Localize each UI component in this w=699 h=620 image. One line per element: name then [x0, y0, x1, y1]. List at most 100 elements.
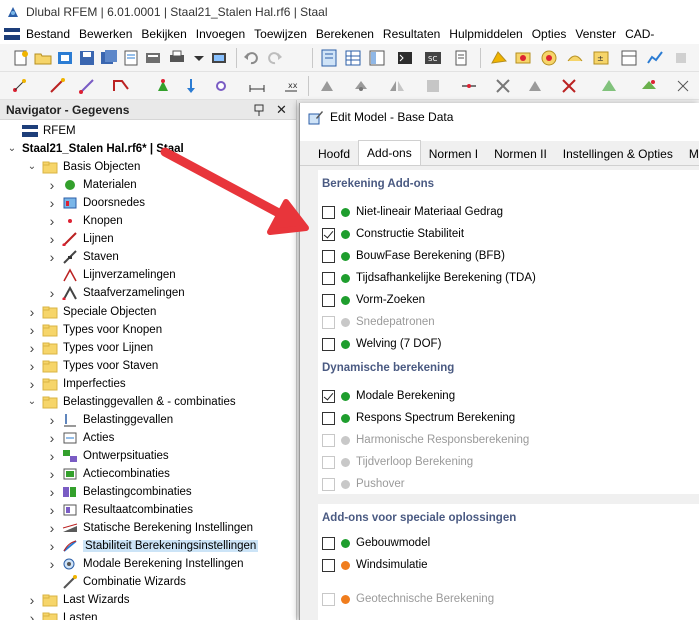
menu-bekijken[interactable]: Bekijken — [141, 27, 195, 41]
chevron-right-icon[interactable]: › — [46, 214, 58, 228]
chevron-right-icon[interactable]: › — [26, 305, 38, 319]
new-load-icon[interactable] — [182, 77, 200, 95]
save-icon[interactable] — [78, 49, 96, 67]
chevron-right-icon[interactable]: › — [26, 341, 38, 355]
tree-item[interactable]: ⌄ Staal21_Stalen Hal.rf6* | Staal — [6, 140, 184, 158]
menu-venster[interactable]: Venster — [575, 27, 625, 41]
menu-bestand[interactable]: Bestand — [26, 27, 79, 41]
toolbar-overflow-icon[interactable] — [672, 49, 690, 67]
tree-item[interactable]: › Imperfecties — [26, 375, 126, 393]
tree-item[interactable]: › Belastinggevallen — [46, 411, 174, 429]
tree-item[interactable]: › Types voor Knopen — [26, 321, 162, 339]
checkbox-checked[interactable] — [322, 227, 335, 241]
surface-icon[interactable] — [600, 77, 618, 95]
results-icon[interactable] — [566, 49, 584, 67]
tree-item[interactable]: › Types voor Staven — [26, 357, 159, 375]
chevron-right-icon[interactable]: › — [46, 485, 58, 499]
menu-opties[interactable]: Opties — [532, 27, 576, 41]
chevron-right-icon[interactable]: › — [46, 503, 58, 517]
move-icon[interactable] — [318, 77, 336, 95]
close-icon[interactable]: ✕ — [276, 102, 288, 118]
menu-bewerken[interactable]: Bewerken — [79, 27, 141, 41]
calculate-icon[interactable] — [514, 49, 532, 67]
mirror-icon[interactable] — [388, 77, 406, 95]
addon-option[interactable]: Niet-lineair Materiaal Gedrag — [322, 203, 503, 221]
tab-add-ons[interactable]: Add-ons — [358, 140, 421, 165]
chevron-right-icon[interactable]: › — [46, 413, 58, 427]
save-all-icon[interactable] — [100, 49, 118, 67]
rotate-icon[interactable] — [352, 77, 370, 95]
coordinate-icon[interactable]: xx — [282, 77, 300, 95]
addon-option[interactable]: Welving (7 DOF) — [322, 335, 441, 353]
undo-icon[interactable] — [242, 49, 260, 67]
tree-item[interactable]: › Stabiliteit Berekeningsinstellingen — [46, 537, 259, 555]
tree-item[interactable]: › Materialen — [46, 176, 137, 194]
connect-icon[interactable] — [494, 77, 512, 95]
console-icon[interactable] — [396, 49, 414, 67]
new-hinge-icon[interactable] — [212, 77, 230, 95]
chevron-down-icon[interactable]: ⌄ — [26, 396, 38, 408]
chevron-right-icon[interactable]: › — [26, 611, 38, 620]
tree-item[interactable]: › Actiecombinaties — [46, 465, 170, 483]
tree-item[interactable]: › Lijnen — [46, 230, 114, 248]
new-polyline-icon[interactable] — [112, 77, 130, 95]
tree-item[interactable]: › Staven — [46, 248, 119, 266]
delete-icon[interactable] — [560, 77, 578, 95]
chevron-right-icon[interactable]: › — [46, 178, 58, 192]
addon-option[interactable]: Gebouwmodel — [322, 534, 430, 552]
tree-item[interactable]: RFEM — [6, 122, 76, 140]
addon-option[interactable]: Tijdsafhankelijke Berekening (TDA) — [322, 269, 536, 287]
snap-icon[interactable] — [10, 77, 28, 95]
tree-item[interactable]: › Statische Berekening Instellingen — [46, 519, 253, 537]
checkbox[interactable] — [322, 249, 335, 263]
rfem-flag-icon[interactable] — [4, 27, 20, 41]
chevron-right-icon[interactable]: › — [26, 323, 38, 337]
target-icon[interactable] — [540, 49, 558, 67]
menu-toewijzen[interactable]: Toewijzen — [254, 27, 316, 41]
chevron-right-icon[interactable]: › — [26, 359, 38, 373]
checkbox[interactable] — [322, 271, 335, 285]
tree-item[interactable]: ⌄ Belastinggevallen & - combinaties — [26, 393, 236, 411]
tree-item[interactable]: › Knopen — [46, 212, 123, 230]
tree-item[interactable]: › Ontwerpsituaties — [46, 447, 169, 465]
open-folder-icon[interactable] — [34, 49, 52, 67]
checkbox[interactable] — [322, 293, 335, 307]
chevron-right-icon[interactable]: › — [46, 557, 58, 571]
checkbox[interactable] — [322, 558, 335, 572]
clipboard-icon[interactable] — [452, 49, 470, 67]
addon-option[interactable]: Vorm-Zoeken — [322, 291, 425, 309]
chevron-right-icon[interactable]: › — [46, 467, 58, 481]
checkbox[interactable] — [322, 205, 335, 219]
chevron-right-icon[interactable]: › — [26, 377, 38, 391]
menu-cad[interactable]: CAD- — [625, 27, 663, 41]
report-icon[interactable] — [122, 49, 140, 67]
tree-item[interactable]: › Acties — [46, 429, 115, 447]
chevron-right-icon[interactable]: › — [26, 593, 38, 607]
menu-hulpmiddelen[interactable]: Hulpmiddelen — [449, 27, 531, 41]
panel-icon[interactable] — [368, 49, 386, 67]
table-icon[interactable] — [344, 49, 362, 67]
checkbox[interactable] — [322, 411, 335, 425]
tree-item[interactable]: Lijnverzamelingen — [46, 266, 176, 284]
chevron-down-icon[interactable]: ⌄ — [6, 143, 18, 155]
tab-normen-i[interactable]: Normen I — [421, 143, 486, 165]
menu-resultaten[interactable]: Resultaten — [383, 27, 449, 41]
checkbox[interactable] — [322, 536, 335, 550]
tab-instellingen-opties[interactable]: Instellingen & Opties — [555, 143, 681, 165]
results-table-icon[interactable] — [620, 49, 638, 67]
tree-item[interactable]: › Last Wizards — [26, 591, 130, 609]
tree-item[interactable]: › Belastingcombinaties — [46, 483, 192, 501]
print-icon[interactable] — [168, 49, 186, 67]
tree-item[interactable]: › Speciale Objecten — [26, 303, 157, 321]
print-dropdown-icon[interactable] — [190, 49, 208, 67]
dimension-icon[interactable] — [248, 77, 266, 95]
chevron-right-icon[interactable]: › — [46, 539, 58, 553]
checkbox[interactable] — [322, 337, 335, 351]
new-support-icon[interactable] — [154, 77, 172, 95]
model-check-icon[interactable] — [490, 49, 508, 67]
addon-option[interactable]: Modale Berekening — [322, 387, 455, 405]
addon-option[interactable]: Windsimulatie — [322, 556, 428, 574]
tree-item[interactable]: Combinatie Wizards — [46, 573, 186, 591]
tree-item[interactable]: › Resultaatcombinaties — [46, 501, 193, 519]
chevron-right-icon[interactable]: › — [46, 196, 58, 210]
